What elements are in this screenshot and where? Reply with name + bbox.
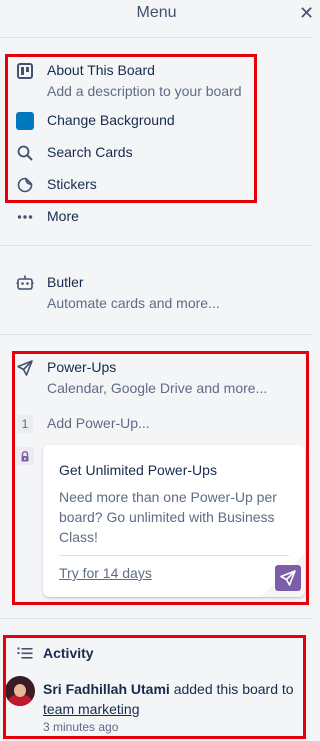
menu-item-stickers[interactable]: Stickers (14, 174, 304, 196)
menu-item-change-background[interactable]: Change Background (14, 110, 304, 132)
card-body: Need more than one Power-Up per board? G… (59, 489, 277, 545)
power-up-count: 1 (14, 413, 36, 435)
power-up-count-badge: 1 (17, 415, 33, 433)
power-ups-label: Power-Ups (47, 359, 117, 375)
lock-icon (14, 445, 36, 467)
about-description: Add a description to your board (47, 83, 242, 99)
change-background-label: Change Background (47, 112, 175, 128)
divider (0, 245, 313, 246)
try-for-14-days-link[interactable]: Try for 14 days (59, 565, 152, 581)
divider (0, 618, 313, 619)
menu-item-butler[interactable]: Butler Automate cards and more... (14, 272, 304, 314)
more-label: More (47, 208, 79, 224)
sticker-icon (14, 174, 36, 196)
card-title: Get Unlimited Power-Ups (59, 462, 217, 478)
activity-entry: Sri Fadhillah Utami added this board to … (43, 679, 305, 719)
rocket-badge-icon (275, 565, 301, 591)
ellipsis-icon (14, 206, 36, 228)
avatar[interactable] (5, 676, 35, 706)
about-label: About This Board (47, 62, 155, 78)
background-swatch (14, 110, 36, 132)
activity-timestamp: 3 minutes ago (43, 720, 119, 734)
divider (0, 37, 313, 38)
rocket-icon (14, 357, 36, 379)
menu-header: Menu ✕ (0, 0, 313, 34)
divider (0, 334, 313, 335)
butler-description: Automate cards and more... (47, 295, 220, 311)
menu-item-search-cards[interactable]: Search Cards (14, 142, 304, 164)
menu-title: Menu (136, 4, 177, 21)
search-cards-label: Search Cards (47, 144, 133, 160)
card-divider (59, 555, 289, 556)
board-icon (14, 60, 36, 82)
activity-action: added this board to (169, 681, 294, 697)
add-power-up-button[interactable]: 1 Add Power-Up... (14, 413, 304, 435)
close-icon[interactable]: ✕ (299, 3, 313, 23)
activity-user-name[interactable]: Sri Fadhillah Utami (43, 681, 170, 697)
robot-icon (14, 272, 36, 294)
search-icon (14, 142, 36, 164)
unlimited-power-ups-card: Get Unlimited Power-Ups Need more than o… (43, 445, 305, 597)
menu-item-power-ups[interactable]: Power-Ups Calendar, Google Drive and mor… (14, 357, 304, 399)
stickers-label: Stickers (47, 176, 97, 192)
power-ups-description: Calendar, Google Drive and more... (47, 380, 268, 396)
menu-item-about[interactable]: About This Board Add a description to yo… (14, 60, 304, 100)
menu-item-more[interactable]: More (14, 206, 304, 228)
activity-title: Activity (43, 645, 94, 661)
activity-list-icon (14, 642, 36, 664)
butler-label: Butler (47, 274, 84, 290)
activity-target-link[interactable]: team marketing (43, 701, 139, 717)
add-power-up-label: Add Power-Up... (47, 415, 150, 431)
